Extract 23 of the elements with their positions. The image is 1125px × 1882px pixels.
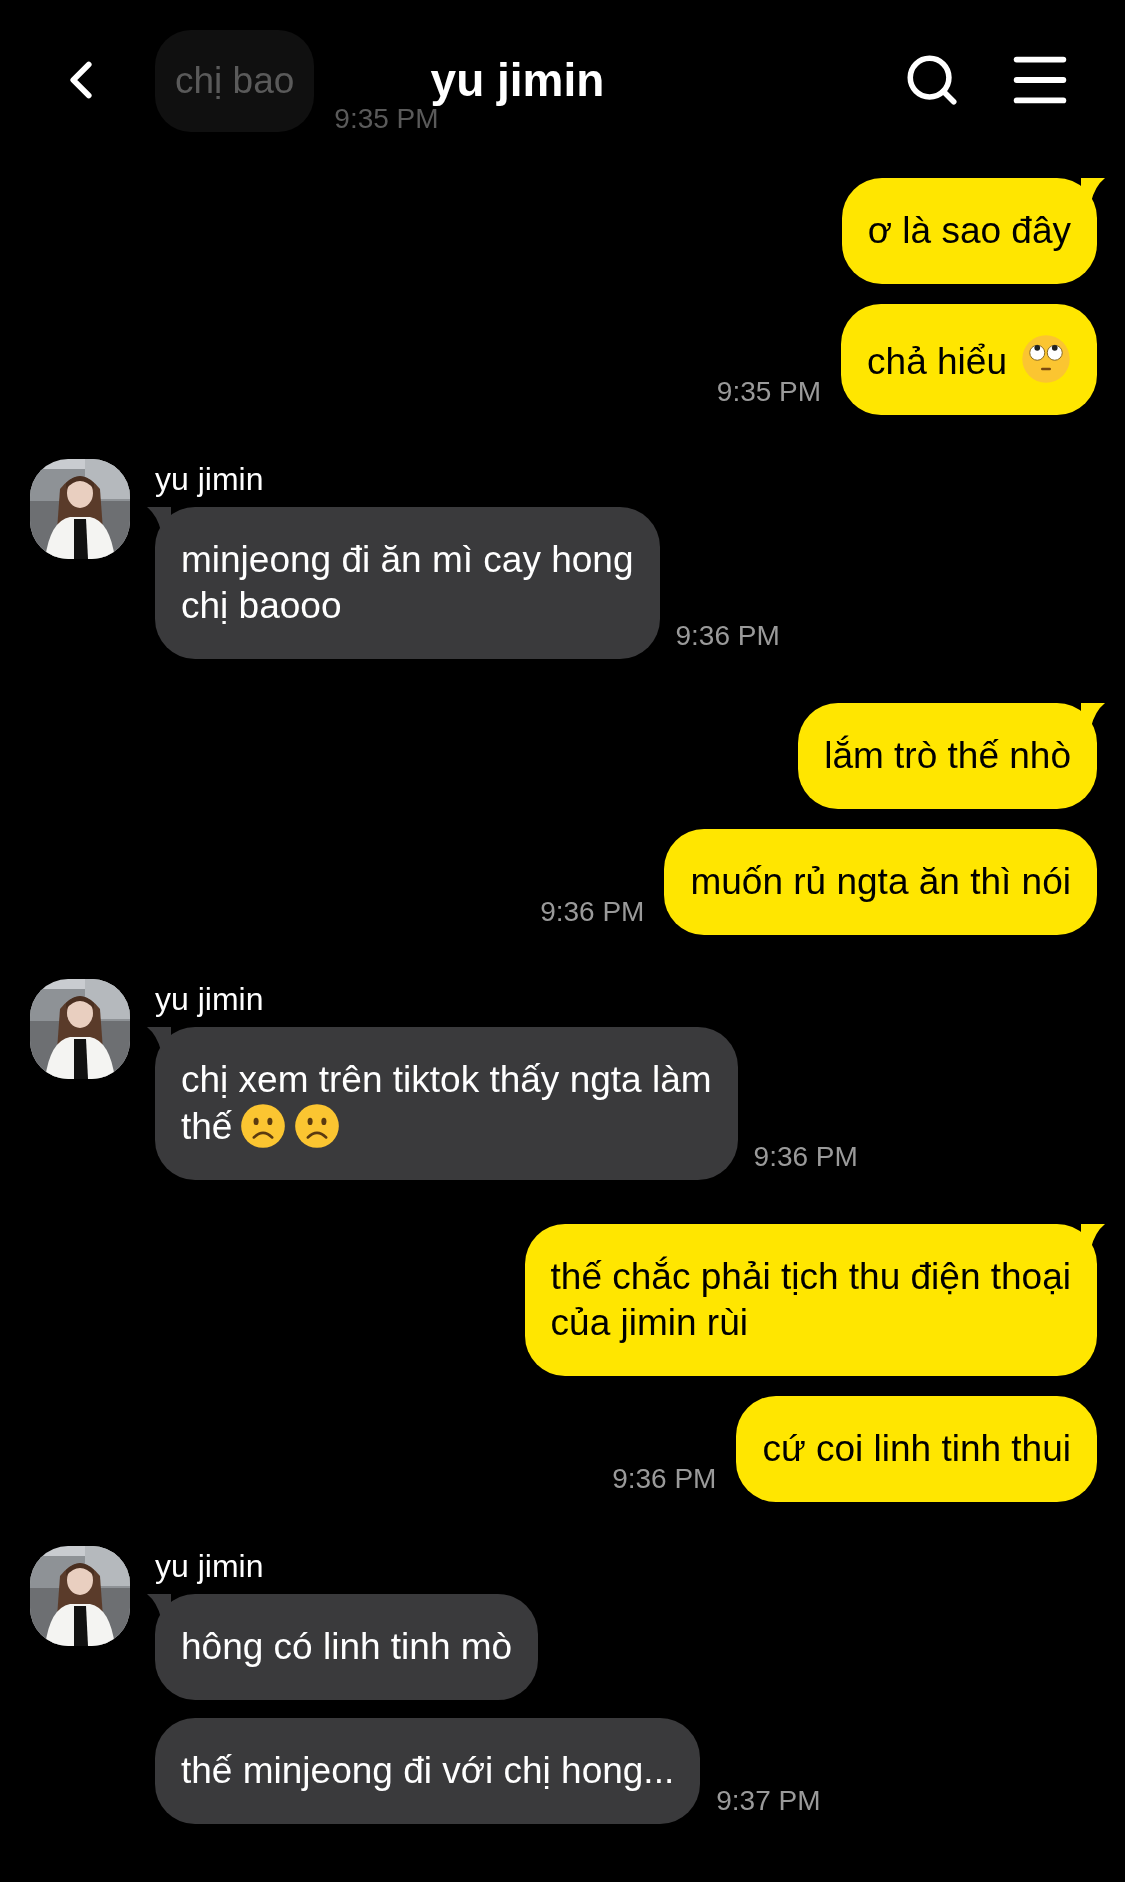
timestamp: 9:36 PM (540, 895, 645, 929)
sender-name: yu jimin (155, 981, 264, 1017)
eye-roll-face-icon (1021, 334, 1071, 384)
message-bubble: chả hiểu (841, 304, 1097, 415)
message-bubble: thế minjeong đi với chị hong... (155, 1718, 701, 1824)
bubble-tail (147, 507, 171, 531)
message-bubble: muốn rủ ngta ăn thì nói (664, 829, 1097, 935)
timestamp: 9:36 PM (675, 619, 780, 653)
timestamp: 9:37 PM (716, 1784, 821, 1818)
bubble-tail (1081, 178, 1105, 202)
bubble-tail (147, 1027, 171, 1051)
frowning-face-icon (240, 1103, 287, 1149)
bubble-tail (1081, 1224, 1105, 1248)
faded-message-bubble: chị bao (155, 30, 315, 132)
timestamp: 9:36 PM (753, 1140, 858, 1174)
bubble-tail (1081, 703, 1105, 727)
message-bubble: cứ coi linh tinh thui (736, 1396, 1097, 1502)
frowning-face-icon (294, 1103, 341, 1149)
sender-name: yu jimin (155, 1548, 264, 1584)
timestamp: 9:36 PM (612, 1462, 717, 1496)
timestamp: 9:35 PM (716, 375, 822, 409)
sender-name: yu jimin (155, 461, 264, 497)
bubble-tail (147, 1594, 171, 1618)
